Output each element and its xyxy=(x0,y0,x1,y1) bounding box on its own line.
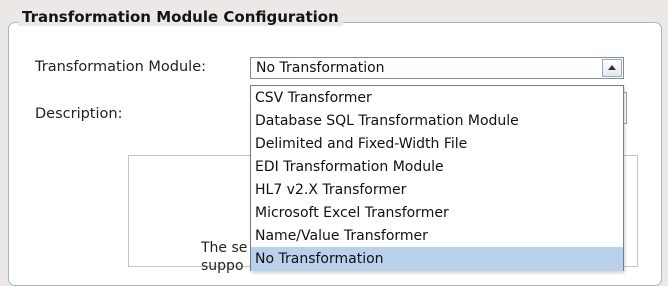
option-microsoft-excel-transformer[interactable]: Microsoft Excel Transformer xyxy=(251,201,623,225)
option-no-transformation[interactable]: No Transformation xyxy=(251,247,623,271)
chevron-up-icon xyxy=(608,65,616,70)
transformation-module-value: No Transformation xyxy=(256,60,385,76)
transformation-module-select[interactable]: No Transformation xyxy=(250,57,624,79)
section-title: Transformation Module Configuration xyxy=(18,8,343,26)
option-edi-transformation-module[interactable]: EDI Transformation Module xyxy=(251,155,623,179)
option-csv-transformer[interactable]: CSV Transformer xyxy=(251,86,623,110)
info-text-line2: suppo xyxy=(201,258,244,274)
transformation-module-label: Transformation Module: xyxy=(35,59,207,75)
option-name-value-transformer[interactable]: Name/Value Transformer xyxy=(251,224,623,248)
option-delimited-fixed-width-file[interactable]: Delimited and Fixed-Width File xyxy=(251,132,623,156)
option-database-sql-transformation-module[interactable]: Database SQL Transformation Module xyxy=(251,109,623,133)
option-hl7-v2x-transformer[interactable]: HL7 v2.X Transformer xyxy=(251,178,623,202)
transformation-module-dropdown-list: CSV Transformer Database SQL Transformat… xyxy=(250,85,624,271)
description-label: Description: xyxy=(35,106,123,122)
info-text-line1: The se xyxy=(201,240,248,256)
dropdown-toggle-button[interactable] xyxy=(602,59,622,77)
